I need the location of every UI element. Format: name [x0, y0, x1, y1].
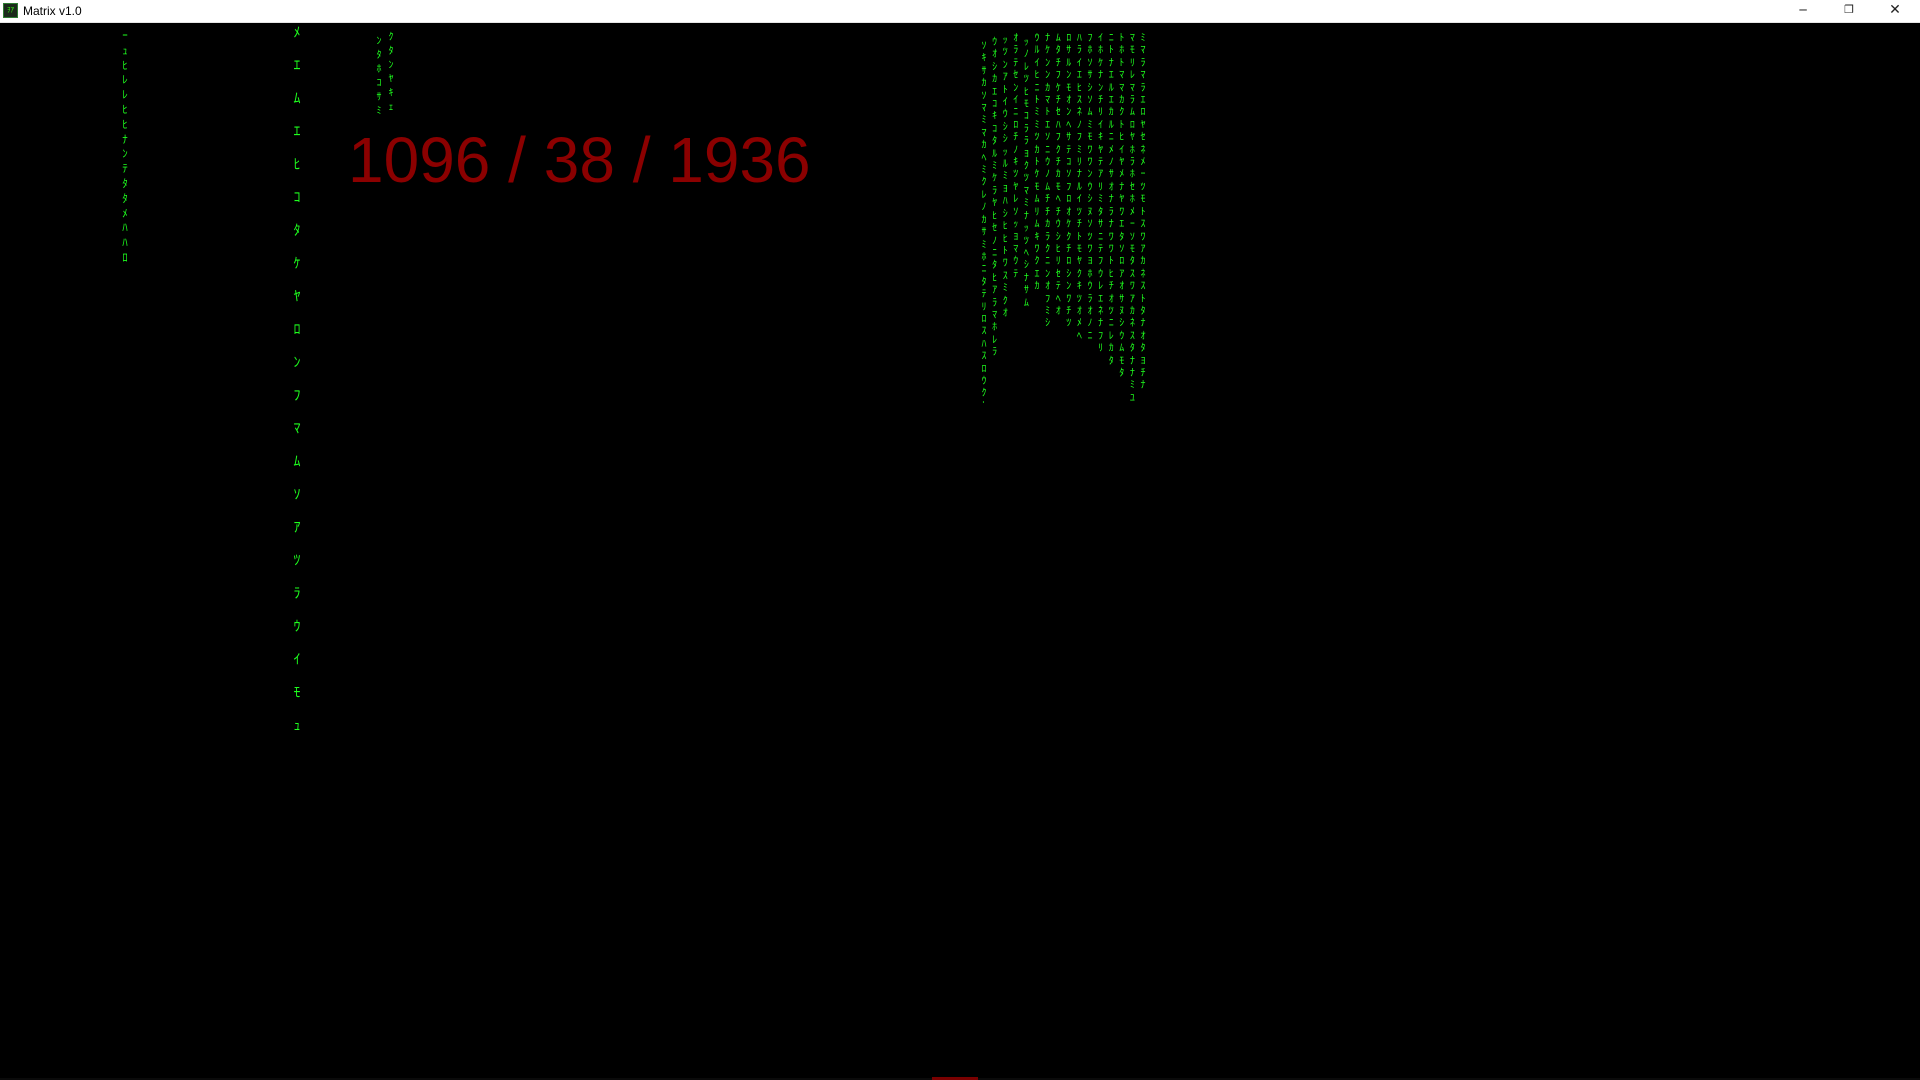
- rain-column: ｸ ﾀ ﾝ ﾔ ｷ ｪ: [388, 32, 394, 113]
- minimize-button[interactable]: ─: [1780, 0, 1826, 22]
- stats-readout: 1096 / 38 / 1936: [348, 124, 811, 196]
- matrix-window: ｦｱ Matrix v1.0 ─ ❐ ✕ ｰ ｭ ﾋ ﾚ ﾚ ﾋ ﾋ ﾅ ﾝ ﾃ…: [0, 0, 1920, 1080]
- matrix-app-icon: ｦｱ: [3, 3, 18, 18]
- rain-column: ﾝ ﾀ ﾎ ｺ ｻ ﾐ: [376, 36, 382, 117]
- close-button[interactable]: ✕: [1872, 0, 1918, 22]
- dense-rain-column: ﾐ ﾏ ﾗ ﾏ ﾗ ｴ ﾛ ﾔ ｾ ﾈ ﾒ ｰ ﾂ ﾓ ﾄ ｽ ﾜ ｱ ｶ ﾈ …: [1140, 33, 1146, 392]
- rain-column: ｰ ｭ ﾋ ﾚ ﾚ ﾋ ﾋ ﾅ ﾝ ﾃ ﾀ ﾀ ﾒ ﾊ ﾊ ﾛ: [122, 29, 128, 264]
- title-bar[interactable]: ｦｱ Matrix v1.0 ─ ❐ ✕: [0, 0, 1920, 23]
- rain-column: ﾒ ｴ ﾑ ｴ ﾋ ｺ ﾀ ｹ ﾔ ﾛ ﾝ ﾌ ﾏ ﾑ ｿ ｱ ﾂ ﾗ ｳ ｲ …: [293, 25, 301, 734]
- matrix-rain-canvas: ｰ ｭ ﾋ ﾚ ﾚ ﾋ ﾋ ﾅ ﾝ ﾃ ﾀ ﾀ ﾒ ﾊ ﾊ ﾛ ﾒ ｴ ﾑ ｴ …: [0, 23, 1920, 1080]
- maximize-button[interactable]: ❐: [1826, 0, 1872, 22]
- dense-rain-cluster: ｿ ｷ ｻ ｶ ｿ ﾏ ﾐ ﾏ ｶ ﾍ ﾐ ｸ ﾚ ﾉ ｶ ｻ ﾐ ﾎ ﾆ ﾀ …: [978, 33, 1150, 403]
- window-title: Matrix v1.0: [23, 4, 82, 18]
